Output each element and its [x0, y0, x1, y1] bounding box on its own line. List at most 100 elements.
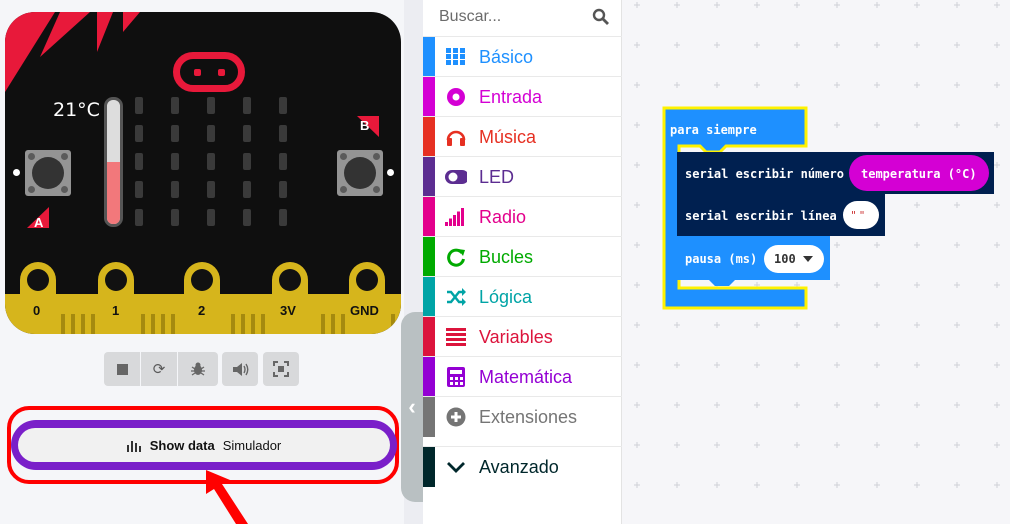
category-matemática[interactable]: Matemática [423, 356, 622, 397]
edge-strip [151, 314, 155, 334]
category-color-bar [423, 197, 435, 237]
string-value: " " [851, 209, 865, 222]
block-stack: para siempre serial escribir número temp… [662, 106, 994, 310]
category-color-bar [423, 447, 435, 487]
category-label: Matemática [479, 367, 573, 387]
category-bucles[interactable]: Bucles [423, 236, 622, 277]
led [243, 153, 251, 170]
led [135, 125, 143, 142]
restart-button[interactable]: ⟳ [141, 352, 177, 386]
edge-strip [161, 314, 165, 334]
restart-icon: ⟳ [152, 361, 166, 378]
signal-icon [445, 207, 467, 227]
microbit-logo[interactable] [173, 52, 245, 92]
sound-button[interactable] [222, 352, 258, 386]
button-a[interactable] [25, 150, 71, 196]
category-led[interactable]: LED [423, 156, 622, 197]
category-radio[interactable]: Radio [423, 196, 622, 237]
category-color-bar [423, 157, 435, 197]
microbit-board: 21°C A B 0 1 2 3V GND [5, 12, 401, 334]
button-a-label: A [34, 215, 44, 230]
forever-label: para siempre [670, 123, 757, 137]
simulator-pane: 21°C A B 0 1 2 3V GND ⟳ Show data Simula… [0, 0, 404, 524]
blocks-workspace[interactable]: para siempre serial escribir número temp… [622, 0, 1010, 524]
category-lógica[interactable]: Lógica [423, 276, 622, 317]
fullscreen-icon [273, 361, 289, 377]
category-avanzado[interactable]: Avanzado [423, 446, 622, 487]
category-extensiones[interactable]: Extensiones [423, 396, 622, 437]
led [279, 181, 287, 198]
pin-label: 0 [33, 303, 41, 318]
edge-strip [141, 314, 145, 334]
pause-label: pausa (ms) [685, 252, 757, 266]
led [171, 181, 179, 198]
category-música[interactable]: Música [423, 116, 622, 157]
list-icon [445, 327, 467, 347]
show-data-button[interactable]: Show data Simulador [18, 428, 390, 462]
show-data-sub: Simulador [222, 437, 282, 453]
led [171, 209, 179, 226]
serial-line-label: serial escribir línea [685, 209, 837, 223]
category-label: LED [479, 167, 515, 187]
led [279, 97, 287, 114]
category-color-bar [423, 277, 435, 317]
search-placeholder: Buscar... [439, 8, 502, 25]
shuffle-icon [445, 287, 467, 307]
button-b-label: B [360, 118, 370, 133]
fullscreen-button[interactable] [263, 352, 299, 386]
debug-button[interactable] [178, 352, 218, 386]
temperature-slider[interactable] [104, 97, 123, 227]
button-b[interactable] [337, 150, 383, 196]
plus-icon [445, 407, 467, 427]
led [207, 181, 215, 198]
chevron-left-icon: ‹ [408, 394, 416, 419]
category-color-bar [423, 357, 435, 397]
category-entrada[interactable]: Entrada [423, 76, 622, 117]
sound-icon [232, 362, 248, 376]
led [135, 97, 143, 114]
category-label: Radio [479, 207, 527, 227]
edge-strip [261, 314, 265, 334]
debug-icon [191, 362, 205, 376]
pause-value: 100 [774, 252, 796, 266]
category-color-bar [423, 317, 435, 357]
collapse-simulator-button[interactable]: ‹ [401, 312, 423, 502]
led [207, 153, 215, 170]
led [135, 153, 143, 170]
edge-strip [331, 314, 335, 334]
edge-strip [321, 314, 325, 334]
led [243, 209, 251, 226]
led [171, 97, 179, 114]
category-label: Avanzado [479, 457, 559, 477]
category-básico[interactable]: Básico [423, 36, 622, 77]
toolbox: Buscar... Básico Entrada Música LED Radi… [423, 0, 622, 524]
category-variables[interactable]: Variables [423, 316, 622, 357]
led [171, 153, 179, 170]
category-color-bar [423, 37, 435, 77]
toggle-icon [445, 167, 467, 187]
led [207, 97, 215, 114]
category-color-bar [423, 237, 435, 277]
pin-label: GND [350, 303, 379, 318]
temperature-fill [107, 162, 120, 224]
pin-label: 3V [280, 303, 296, 318]
edge-strip [171, 314, 175, 334]
category-label: Lógica [479, 287, 533, 307]
search-icon[interactable] [592, 8, 610, 26]
serial-number-label: serial escribir número [685, 167, 844, 181]
category-label: Extensiones [479, 407, 578, 427]
edge-strip [251, 314, 255, 334]
edge-strip [341, 314, 345, 334]
category-label: Básico [479, 47, 534, 67]
search-input[interactable]: Buscar... [423, 0, 622, 34]
pin-label: 2 [198, 303, 206, 318]
headphones-icon [445, 127, 467, 147]
led [279, 125, 287, 142]
led [243, 181, 251, 198]
led [243, 97, 251, 114]
show-data-label: Show data [149, 437, 215, 453]
led [171, 125, 179, 142]
stop-button[interactable] [104, 352, 140, 386]
edge-strip [241, 314, 245, 334]
led [243, 125, 251, 142]
